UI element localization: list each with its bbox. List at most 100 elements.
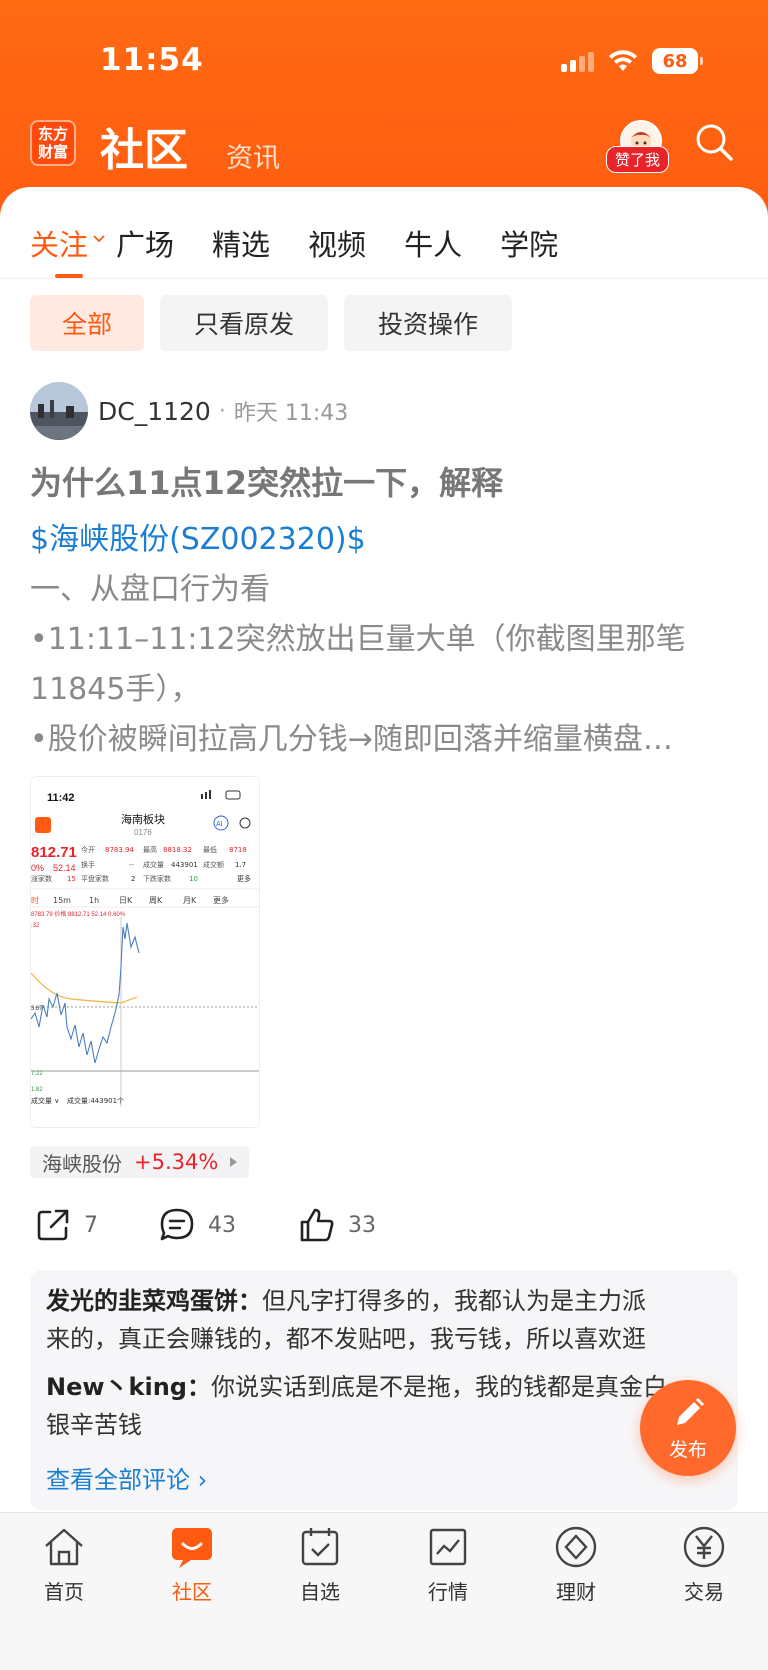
nav-home[interactable]: 首页	[14, 1524, 114, 1605]
thumb-flat: 2	[131, 875, 135, 883]
thumb-flat-label: 平盘家数	[81, 874, 109, 883]
chevron-down-icon[interactable]	[92, 232, 106, 246]
thumb-open-label: 今开	[81, 845, 95, 854]
thumb-period: 1h	[89, 896, 99, 905]
related-stock-tag[interactable]: 海峡股份 +5.34%	[30, 1146, 250, 1178]
thumb-change-val: 52.14	[53, 863, 76, 873]
post-author-avatar[interactable]	[30, 382, 88, 440]
nav-community[interactable]: 社区	[142, 1524, 242, 1605]
post-body-line[interactable]: 11845手），	[30, 664, 200, 708]
nav-trade[interactable]: 交易	[654, 1524, 754, 1605]
avatar-landscape-icon	[30, 382, 88, 440]
header-title[interactable]: 社区	[100, 114, 188, 178]
filter-original[interactable]: 只看原发	[160, 295, 328, 351]
like-button[interactable]: 33	[298, 1206, 376, 1244]
tabs-divider	[0, 278, 768, 279]
post-image-thumbnail[interactable]: 11:42 海南板块 0176 AI 812.71 0% 52.14 今开 87…	[30, 776, 260, 1128]
filter-trading[interactable]: 投资操作	[344, 295, 512, 351]
nav-wealth[interactable]: 理财	[526, 1524, 626, 1605]
tab-academy[interactable]: 学院	[500, 222, 558, 264]
pencil-icon	[677, 1397, 704, 1425]
thumb-app-icon	[35, 817, 51, 833]
bottom-nav	[0, 1512, 768, 1670]
app-logo: 东方 财富	[30, 120, 76, 166]
thumb-change-pct: 0%	[31, 863, 44, 873]
search-icon[interactable]	[694, 122, 734, 162]
post-body-line[interactable]: •股价被瞬间拉高几分钱→随即回落并缩量横盘…	[30, 714, 673, 758]
tab-square[interactable]: 广场	[116, 222, 174, 264]
tab-featured[interactable]: 精选	[212, 222, 270, 264]
comment-author: 发光的韭菜鸡蛋饼：	[46, 1287, 262, 1315]
watchlist-icon	[301, 1528, 339, 1566]
thumb-high-label: 最高	[143, 845, 157, 854]
comment-count: 43	[208, 1212, 236, 1238]
thumb-turnover-label: 换手	[81, 860, 95, 869]
thumb-amount-label: 成交额	[203, 860, 224, 869]
thumb-amount: 1.7	[235, 861, 246, 869]
publish-button[interactable]: 发布	[640, 1380, 736, 1476]
stock-link[interactable]: $海峡股份(SZ002320)$	[30, 514, 366, 558]
signal-icon	[561, 50, 594, 72]
share-button[interactable]: 7	[34, 1206, 98, 1244]
thumb-down-label: 下跌家数	[143, 874, 171, 883]
comment-icon	[160, 1208, 194, 1241]
battery-indicator: 68	[652, 48, 703, 74]
comment-text: 你说实话到底是不是拖，我的钱都是真金白	[211, 1373, 667, 1401]
thumb-code: 0176	[134, 828, 152, 837]
nav-market[interactable]: 行情	[398, 1524, 498, 1605]
wealth-diamond-icon	[555, 1526, 597, 1568]
thumb-more: 更多	[237, 874, 251, 883]
related-stock-change: +5.34%	[134, 1150, 219, 1174]
nav-watchlist[interactable]: 自选	[270, 1524, 370, 1605]
filter-all[interactable]: 全部	[30, 295, 144, 351]
share-icon	[37, 1209, 69, 1241]
post-time: 昨天 11:43	[233, 401, 349, 426]
post-body-line[interactable]: •11:11–11:12突然放出巨量大单（你截图里那笔	[30, 614, 686, 658]
tab-video[interactable]: 视频	[308, 222, 366, 264]
thumb-period: 月K	[183, 896, 197, 905]
thumb-period: 周K	[149, 896, 163, 905]
comment-text: 来的，真正会赚钱的，都不发贴吧，我亏钱，所以喜欢逛	[46, 1325, 646, 1353]
community-tabs: 关注 广场 精选 视频 牛人 学院	[30, 222, 598, 264]
thumb-vol-label: 成交量 ∨	[31, 1096, 59, 1105]
publish-label: 发布	[668, 1438, 707, 1461]
header-news-tab[interactable]: 资讯	[226, 136, 280, 175]
home-icon	[45, 1528, 83, 1566]
post-author-name[interactable]: DC_1120	[98, 397, 211, 426]
post-body-line[interactable]: 一、从盘口行为看	[30, 564, 270, 608]
comment-text: 银辛苦钱	[46, 1411, 142, 1439]
like-count: 33	[348, 1212, 376, 1238]
separator-dot: ·	[218, 398, 226, 424]
praise-badge[interactable]: 赞了我	[606, 146, 670, 173]
thumb-period: 时	[31, 895, 39, 905]
thumb-open: 8783.94	[105, 846, 134, 854]
thumb-title: 海南板块	[121, 812, 165, 826]
comment-item[interactable]: 来的，真正会赚钱的，都不发贴吧，我亏钱，所以喜欢逛	[46, 1320, 730, 1358]
thumb-period: 更多	[213, 895, 229, 905]
tab-follow[interactable]: 关注	[30, 222, 88, 264]
post-title[interactable]: 为什么11点12突然拉一下，解释	[30, 458, 503, 504]
thumb-low-label: 最低	[203, 845, 217, 854]
comment-item[interactable]: New丶king：你说实话到底是不是拖，我的钱都是真金白	[46, 1368, 730, 1406]
thumb-volume: 443901	[171, 861, 198, 869]
comment-item[interactable]: 银辛苦钱	[46, 1406, 730, 1444]
wifi-icon	[609, 50, 637, 71]
comment-text: 但凡字打得多的，我都认为是主力派	[262, 1287, 646, 1315]
play-arrow-icon	[230, 1157, 238, 1167]
thumb-period: 日K	[119, 896, 133, 905]
thumb-vol-value: 成交量:443901个	[67, 1096, 124, 1105]
thumb-price: 812.71	[31, 844, 77, 861]
view-all-comments-link[interactable]: 查看全部评论 ›	[46, 1460, 207, 1495]
thumb-ai: AI	[216, 821, 223, 828]
thumb-volume-label: 成交量	[143, 860, 164, 869]
thumb-up-label: 涨家数	[31, 874, 52, 883]
comment-item[interactable]: 发光的韭菜鸡蛋饼：但凡字打得多的，我都认为是主力派	[46, 1282, 730, 1320]
tab-experts[interactable]: 牛人	[404, 222, 462, 264]
post-header: DC_1120 · 昨天 11:43	[30, 382, 348, 440]
comments-preview[interactable]: 发光的韭菜鸡蛋饼：但凡字打得多的，我都认为是主力派 来的，真正会赚钱的，都不发贴…	[30, 1270, 738, 1510]
comment-button[interactable]: 43	[158, 1206, 236, 1244]
thumb-y-top: .32	[31, 923, 40, 929]
thumb-period: 15m	[53, 896, 71, 905]
thumb-up: 15	[67, 875, 76, 883]
app-header: 11:54 68 东方 财富 社区 资讯 赞了我	[0, 0, 768, 215]
